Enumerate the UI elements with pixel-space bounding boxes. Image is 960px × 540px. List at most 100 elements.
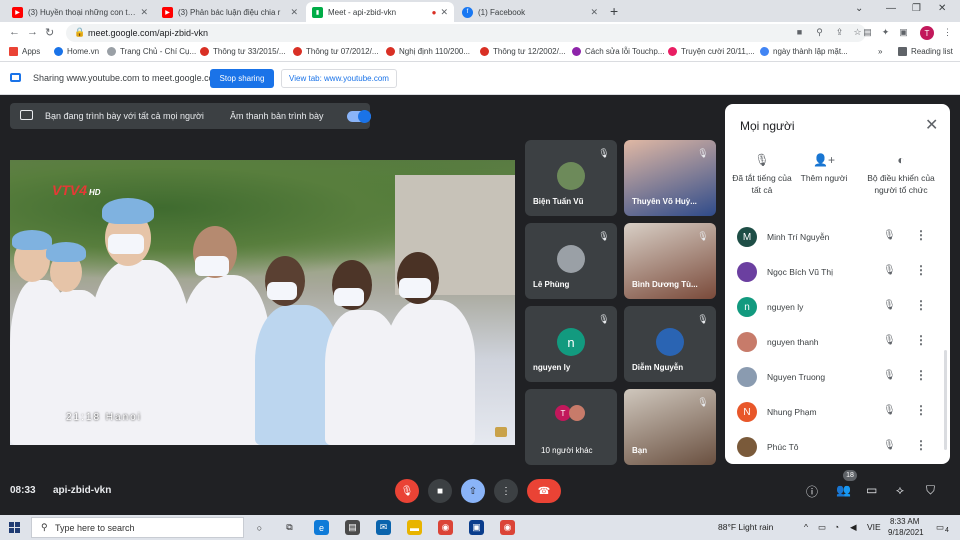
- bookmark-item[interactable]: ngày thành lập mặt...: [760, 47, 848, 56]
- store-icon[interactable]: ▤: [345, 520, 360, 535]
- people-icon[interactable]: 👥: [836, 483, 851, 497]
- participant-row[interactable]: Nguyen Truong 🎙 ⋮: [737, 363, 942, 393]
- volume-icon[interactable]: ◀: [850, 522, 857, 533]
- forward-icon[interactable]: →: [27, 26, 38, 38]
- browser-tab-2[interactable]: ▶ (3) Phản bác luận điệu chia r ✕: [156, 2, 304, 22]
- add-people-button[interactable]: 👤+ Thêm người: [789, 154, 859, 184]
- new-tab-button[interactable]: +: [610, 3, 618, 19]
- more-options-icon[interactable]: ⋮: [915, 368, 927, 382]
- stop-sharing-button[interactable]: Stop sharing: [210, 69, 274, 88]
- windows-start-icon[interactable]: [9, 522, 20, 533]
- more-options-icon[interactable]: ⋮: [915, 298, 927, 312]
- browser-tab-1[interactable]: ▶ (3) Huyền thoại những con tàu kh ✕: [6, 2, 154, 22]
- more-bookmarks-icon[interactable]: »: [878, 47, 882, 56]
- bookmark-item[interactable]: Home.vn: [54, 47, 99, 56]
- bookmark-item[interactable]: Cách sửa lỗi Touchp...: [572, 47, 664, 56]
- host-controls-icon[interactable]: ⛉: [926, 483, 935, 498]
- participant-tile[interactable]: 🎙 Diễm Nguyễn: [624, 306, 716, 382]
- present-button[interactable]: ⇧: [461, 479, 485, 503]
- menu-icon[interactable]: ⋮: [942, 27, 953, 38]
- battery-icon[interactable]: ▭: [818, 522, 826, 533]
- close-icon[interactable]: ✕: [440, 7, 448, 18]
- chrome-icon[interactable]: ◉: [500, 520, 515, 535]
- others-tile[interactable]: T 10 người khác: [525, 389, 617, 465]
- presentation-audio-toggle[interactable]: [347, 110, 371, 123]
- camera-icon[interactable]: ■: [794, 27, 805, 38]
- participant-row[interactable]: n nguyen ly 🎙 ⋮: [737, 293, 942, 323]
- zoom-icon[interactable]: ⚲: [814, 27, 825, 38]
- participant-row[interactable]: N Nhung Phạm 🎙 ⋮: [737, 398, 942, 428]
- reload-icon[interactable]: ↻: [45, 26, 54, 39]
- activities-icon[interactable]: ⟡: [896, 483, 904, 498]
- participant-row[interactable]: nguyen thanh 🎙 ⋮: [737, 328, 942, 358]
- more-options-icon[interactable]: ⋮: [915, 403, 927, 417]
- participant-tile[interactable]: n 🎙 nguyen ly: [525, 306, 617, 382]
- media-icon[interactable]: ▣: [898, 27, 909, 38]
- mic-off-icon[interactable]: 🎙: [883, 335, 896, 346]
- leave-call-button[interactable]: ☎: [527, 479, 561, 503]
- bookmark-item[interactable]: Trang Chủ - Chí Cụ...: [107, 47, 196, 56]
- camera-toggle-button[interactable]: ■: [428, 479, 452, 503]
- mic-off-icon[interactable]: 🎙: [883, 405, 896, 416]
- more-options-icon[interactable]: ⋮: [915, 263, 927, 277]
- self-tile[interactable]: 🎙 Bạn: [624, 389, 716, 465]
- clock-date[interactable]: 9/18/2021: [888, 528, 924, 537]
- chat-icon[interactable]: ▭: [866, 483, 877, 497]
- bookmark-item[interactable]: Truyện cười 20/11,...: [668, 47, 755, 56]
- share-icon[interactable]: ⇪: [834, 27, 845, 38]
- mic-toggle-button[interactable]: 🎙: [395, 479, 419, 503]
- extension-icon[interactable]: ▤: [862, 27, 873, 38]
- participant-row[interactable]: Phúc Tô 🎙 ⋮: [737, 433, 942, 463]
- host-controls-button[interactable]: ◐ Bộ điều khiển của người tổ chức: [862, 154, 940, 196]
- bookmark-item[interactable]: Thông tư 33/2015/...: [200, 47, 286, 56]
- weather-text[interactable]: 88°F Light rain: [718, 522, 773, 532]
- tab-search-icon[interactable]: ⌄: [855, 3, 863, 14]
- minimize-icon[interactable]: —: [886, 3, 896, 14]
- edge-icon[interactable]: e: [314, 520, 329, 535]
- puzzle-icon[interactable]: ✦: [880, 27, 891, 38]
- participant-row[interactable]: M Minh Trí Nguyễn 🎙 ⋮: [737, 223, 942, 253]
- window-close-icon[interactable]: ✕: [938, 3, 946, 14]
- cortana-icon[interactable]: ○: [252, 520, 267, 535]
- participant-row[interactable]: Ngọc Bích Vũ Thị 🎙 ⋮: [737, 258, 942, 288]
- network-icon[interactable]: ◔: [834, 522, 839, 532]
- zoom-app-icon[interactable]: ▣: [469, 520, 484, 535]
- info-icon[interactable]: ⓘ: [806, 483, 818, 500]
- mic-off-icon[interactable]: 🎙: [883, 370, 896, 381]
- close-icon[interactable]: ✕: [290, 7, 298, 18]
- participant-tile[interactable]: 🎙 Biện Tuấn Vũ: [525, 140, 617, 216]
- mic-off-icon[interactable]: 🎙: [883, 300, 896, 311]
- bookmark-apps[interactable]: Apps: [9, 47, 40, 56]
- panel-scrollbar[interactable]: [944, 350, 947, 450]
- bookmark-item[interactable]: Thông tư 12/2002/...: [480, 47, 566, 56]
- taskbar-search-box[interactable]: ⚲ Type here to search: [31, 517, 244, 538]
- mic-off-icon[interactable]: 🎙: [883, 265, 896, 276]
- view-tab-button[interactable]: View tab: www.youtube.com: [281, 69, 397, 88]
- notification-icon[interactable]: ▭: [936, 522, 944, 533]
- close-icon[interactable]: ✕: [140, 7, 148, 18]
- more-options-button[interactable]: ⋮: [494, 479, 518, 503]
- more-options-icon[interactable]: ⋮: [915, 438, 927, 452]
- participant-tile[interactable]: 🎙 Lê Phùng: [525, 223, 617, 299]
- tray-chevron-icon[interactable]: ^: [804, 522, 808, 532]
- more-options-icon[interactable]: ⋮: [915, 228, 927, 242]
- mic-off-icon[interactable]: 🎙: [883, 230, 896, 241]
- mute-all-button[interactable]: 🎙 Đã tắt tiếng của tất cả: [727, 154, 797, 196]
- close-icon[interactable]: ✕: [590, 7, 598, 18]
- task-view-icon[interactable]: ⧉: [282, 520, 297, 535]
- bookmark-item[interactable]: Thông tư 07/2012/...: [293, 47, 379, 56]
- chrome-icon[interactable]: ◉: [438, 520, 453, 535]
- maximize-icon[interactable]: ❐: [912, 3, 921, 14]
- address-bar[interactable]: 🔒 meet.google.com/api-zbid-vkn ■ ⚲ ⇪ ☆: [66, 24, 866, 42]
- profile-avatar[interactable]: T: [920, 26, 934, 40]
- language-indicator[interactable]: VIE: [867, 522, 881, 532]
- mail-icon[interactable]: ✉: [376, 520, 391, 535]
- bookmark-item[interactable]: Nghị định 110/200...: [386, 47, 470, 56]
- more-options-icon[interactable]: ⋮: [915, 333, 927, 347]
- back-icon[interactable]: ←: [9, 26, 20, 38]
- reading-list-button[interactable]: Reading list: [898, 47, 953, 56]
- mic-off-icon[interactable]: 🎙: [883, 440, 896, 451]
- browser-tab-4[interactable]: f (1) Facebook ✕: [456, 2, 604, 22]
- clock-time[interactable]: 8:33 AM: [890, 517, 919, 526]
- close-icon[interactable]: ✕: [925, 115, 938, 135]
